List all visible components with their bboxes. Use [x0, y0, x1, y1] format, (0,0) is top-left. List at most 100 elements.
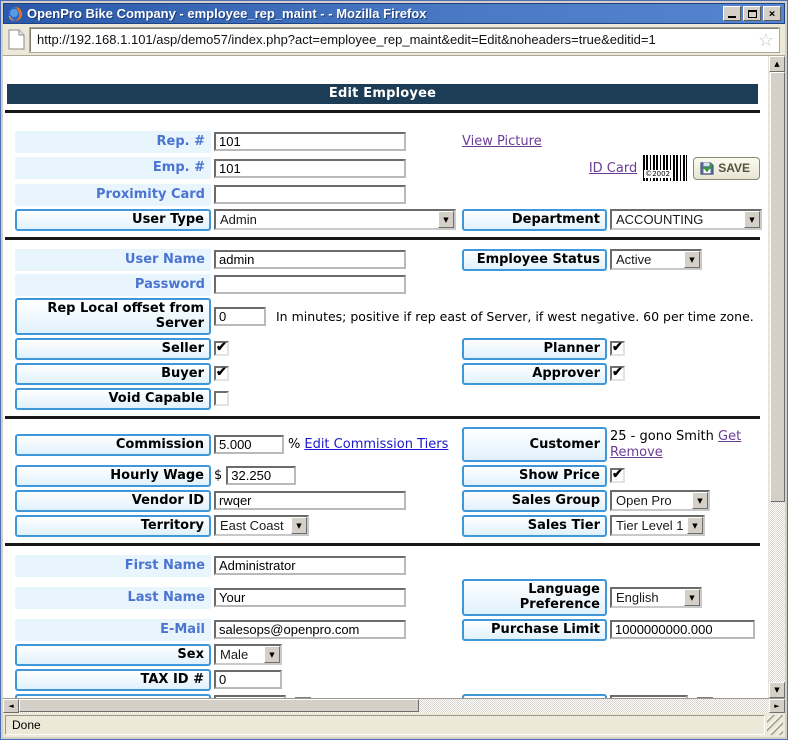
customer-get-link[interactable]: Get: [718, 429, 741, 444]
vertical-scroll-thumb[interactable]: [770, 72, 785, 502]
sex-select[interactable]: Male ▼: [214, 644, 282, 665]
chevron-down-icon[interactable]: ▼: [687, 517, 703, 534]
emp-number-row: Emp. # ID Card ©2002 SAVE: [15, 155, 762, 181]
chevron-down-icon[interactable]: ▼: [291, 517, 307, 534]
vendor-id-input[interactable]: [214, 491, 406, 510]
hourly-wage-label: Hourly Wage: [15, 465, 211, 487]
resize-grip[interactable]: [767, 715, 783, 735]
customer-value-block: 25 - gono Smith Get Remove: [610, 429, 741, 461]
sales-tier-value: Tier Level 1: [612, 517, 687, 534]
employee-status-select[interactable]: Active ▼: [610, 249, 702, 270]
territory-select[interactable]: East Coast ▼: [214, 515, 309, 536]
language-preference-select[interactable]: English ▼: [610, 587, 702, 608]
password-row: Password: [15, 273, 762, 296]
commission-input[interactable]: [214, 435, 284, 454]
rep-offset-input[interactable]: [214, 307, 266, 326]
id-card-link[interactable]: ID Card: [589, 161, 637, 176]
date-of-birth-input[interactable]: [214, 695, 286, 698]
sales-group-value: Open Pro: [612, 492, 692, 509]
chevron-down-icon[interactable]: ▼: [684, 589, 700, 606]
scroll-left-icon[interactable]: ◄: [3, 699, 19, 713]
chevron-down-icon[interactable]: ▼: [684, 251, 700, 268]
rep-offset-row: Rep Local offset from Server In minutes;…: [15, 298, 762, 335]
firefox-icon: [7, 6, 23, 22]
purchase-limit-label: Purchase Limit: [462, 619, 607, 641]
planner-checkbox[interactable]: [610, 341, 625, 356]
seller-planner-row: Seller Planner: [15, 337, 762, 360]
maximize-button[interactable]: [743, 6, 761, 21]
scroll-up-icon[interactable]: ▲: [769, 56, 785, 72]
calendar-icon[interactable]: [295, 697, 311, 698]
void-capable-checkbox[interactable]: [214, 391, 229, 406]
scroll-down-icon[interactable]: ▼: [769, 682, 785, 698]
title-bar: OpenPro Bike Company - employee_rep_main…: [3, 3, 785, 24]
proximity-card-label: Proximity Card: [15, 184, 211, 206]
address-field[interactable]: http://192.168.1.101/asp/demo57/index.ph…: [30, 28, 779, 52]
calendar-icon[interactable]: [697, 697, 713, 698]
hire-date-input[interactable]: [610, 695, 688, 698]
edit-commission-tiers-link[interactable]: Edit Commission Tiers: [304, 437, 448, 452]
hire-date-label: Hire Date: [462, 694, 607, 699]
horizontal-scrollbar[interactable]: ◄ ►: [3, 698, 785, 713]
emp-number-input[interactable]: [214, 159, 406, 178]
last-name-row: Last Name Language Preference English ▼: [15, 579, 762, 616]
save-button[interactable]: SAVE: [693, 157, 760, 180]
user-type-row: User Type Admin ▼ Department ACCOUNTING …: [15, 208, 762, 231]
password-input[interactable]: [214, 275, 406, 294]
vendor-id-row: Vendor ID Sales Group Open Pro ▼: [15, 489, 762, 512]
minimize-icon: [728, 10, 736, 18]
hourly-wage-row: Hourly Wage $ Show Price: [15, 464, 762, 487]
last-name-input[interactable]: [214, 588, 406, 607]
bookmark-star-icon[interactable]: ☆: [758, 31, 774, 49]
vertical-scrollbar[interactable]: ▲ ▼: [768, 56, 785, 698]
commission-customer-row: Commission % Edit Commission Tiers Custo…: [15, 427, 762, 462]
approver-label: Approver: [462, 363, 607, 385]
chevron-down-icon[interactable]: ▼: [264, 646, 280, 663]
territory-value: East Coast: [216, 517, 291, 534]
seller-checkbox[interactable]: [214, 341, 229, 356]
vendor-id-label: Vendor ID: [15, 490, 211, 512]
user-name-input[interactable]: [214, 250, 406, 269]
buyer-checkbox[interactable]: [214, 366, 229, 381]
tax-id-row: TAX ID #: [15, 668, 762, 691]
section-divider: [5, 237, 760, 240]
seller-label: Seller: [15, 338, 211, 360]
chevron-down-icon[interactable]: ▼: [438, 211, 454, 228]
show-price-label: Show Price: [462, 465, 607, 487]
rep-number-input[interactable]: [214, 132, 406, 151]
chevron-down-icon[interactable]: ▼: [692, 492, 708, 509]
rep-number-row: Rep. # View Picture: [15, 130, 762, 153]
department-select[interactable]: ACCOUNTING ▼: [610, 209, 762, 230]
approver-checkbox[interactable]: [610, 366, 625, 381]
sales-group-select[interactable]: Open Pro ▼: [610, 490, 710, 511]
first-name-input[interactable]: [214, 556, 406, 575]
sales-tier-select[interactable]: Tier Level 1 ▼: [610, 515, 705, 536]
horizontal-scroll-thumb[interactable]: [19, 699, 419, 712]
minimize-button[interactable]: [723, 6, 741, 21]
emp-number-label: Emp. #: [15, 157, 211, 179]
last-name-label: Last Name: [15, 587, 211, 609]
customer-remove-link[interactable]: Remove: [610, 445, 663, 460]
scroll-right-icon[interactable]: ►: [769, 699, 785, 713]
hourly-wage-input[interactable]: [226, 466, 296, 485]
view-picture-link[interactable]: View Picture: [462, 134, 542, 149]
purchase-limit-input[interactable]: [610, 620, 755, 639]
employee-status-value: Active: [612, 251, 684, 268]
url-text[interactable]: http://192.168.1.101/asp/demo57/index.ph…: [37, 32, 758, 47]
proximity-card-input[interactable]: [214, 185, 406, 204]
commission-label: Commission: [15, 434, 211, 456]
window-title: OpenPro Bike Company - employee_rep_main…: [27, 6, 723, 21]
commission-suffix: %: [288, 437, 300, 452]
hourly-wage-prefix: $: [214, 468, 222, 483]
user-type-select[interactable]: Admin ▼: [214, 209, 456, 230]
user-type-label: User Type: [15, 209, 211, 231]
url-bar: http://192.168.1.101/asp/demo57/index.ph…: [3, 24, 785, 56]
close-button[interactable]: ×: [763, 6, 781, 21]
dob-hire-date-row: Date of Birth Hire Date: [15, 693, 762, 698]
department-value: ACCOUNTING: [612, 211, 744, 228]
chevron-down-icon[interactable]: ▼: [744, 211, 760, 228]
email-input[interactable]: [214, 620, 406, 639]
territory-row: Territory East Coast ▼ Sales Tier Tier L…: [15, 514, 762, 537]
show-price-checkbox[interactable]: [610, 468, 625, 483]
tax-id-input[interactable]: [214, 670, 282, 689]
